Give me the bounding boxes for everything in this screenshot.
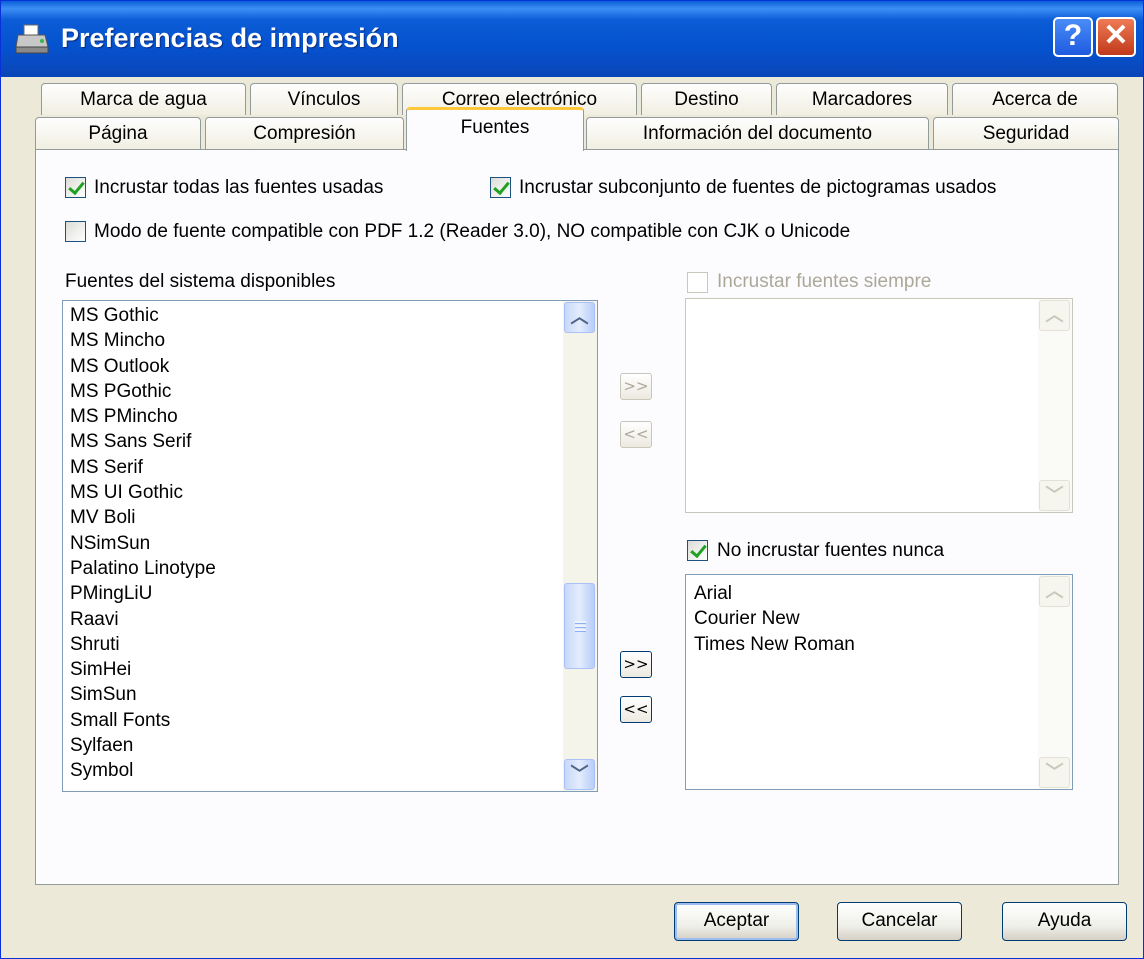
pdf12-mode-checkbox[interactable] xyxy=(65,221,86,242)
system-fonts-label: Fuentes del sistema disponibles xyxy=(65,271,336,292)
remove-never-embed-button[interactable]: << xyxy=(620,696,652,723)
tab-compresion[interactable]: Compresión xyxy=(205,117,404,149)
add-always-embed-button[interactable]: >> xyxy=(620,373,652,400)
list-item[interactable]: PMingLiU xyxy=(63,581,597,606)
scroll-down-icon: ﹀ xyxy=(1039,480,1070,511)
always-embed-list[interactable]: ︿ ﹀ xyxy=(685,298,1073,513)
help-button[interactable]: Ayuda xyxy=(1002,902,1127,941)
list-item[interactable]: Raavi xyxy=(63,607,597,632)
list-item[interactable]: MS Outlook xyxy=(63,354,597,379)
list-item[interactable]: SimSun xyxy=(63,682,597,707)
scroll-down-icon: ﹀ xyxy=(1039,757,1070,788)
embed-all-checkbox[interactable] xyxy=(65,177,86,198)
list-item[interactable]: MS Serif xyxy=(63,455,597,480)
list-item[interactable]: Sylfaen xyxy=(63,733,597,758)
never-embed-list[interactable]: Arial Courier New Times New Roman ︿ ﹀ xyxy=(685,574,1073,790)
list-item[interactable]: MS Mincho xyxy=(63,328,597,353)
scroll-up-icon: ︿ xyxy=(1039,576,1070,607)
list-item[interactable]: NSimSun xyxy=(63,531,597,556)
scroll-thumb[interactable] xyxy=(564,583,595,669)
list-item[interactable]: Arial xyxy=(686,581,1072,606)
add-never-embed-button[interactable]: >> xyxy=(620,651,652,678)
list-item[interactable]: Courier New xyxy=(686,606,1072,631)
never-embed-checkbox[interactable] xyxy=(687,540,708,561)
list-item[interactable]: MS UI Gothic xyxy=(63,480,597,505)
print-preferences-window: Preferencias de impresión ? ✕ Marca de a… xyxy=(0,0,1144,959)
tab-destino[interactable]: Destino xyxy=(641,83,772,115)
list-item[interactable]: MS PMincho xyxy=(63,404,597,429)
tab-pagina[interactable]: Página xyxy=(35,117,201,149)
list-item[interactable]: MV Boli xyxy=(63,505,597,530)
system-fonts-scrollbar[interactable]: ︿ ﹀ xyxy=(563,301,597,791)
remove-always-embed-button[interactable]: << xyxy=(620,421,652,448)
printer-icon xyxy=(15,24,49,54)
tab-fuentes[interactable]: Fuentes xyxy=(406,107,584,151)
list-item[interactable]: MS Sans Serif xyxy=(63,429,597,454)
tab-acerca-de[interactable]: Acerca de xyxy=(952,83,1118,115)
list-item[interactable]: MS PGothic xyxy=(63,379,597,404)
tab-seguridad[interactable]: Seguridad xyxy=(933,117,1119,149)
never-embed-scrollbar: ︿ ﹀ xyxy=(1038,575,1072,789)
pdf12-mode-label: Modo de fuente compatible con PDF 1.2 (R… xyxy=(94,221,851,242)
always-embed-label: Incrustar fuentes siempre xyxy=(717,271,932,292)
scroll-down-icon[interactable]: ﹀ xyxy=(564,759,595,790)
title-bar[interactable]: Preferencias de impresión ? ✕ xyxy=(1,1,1143,77)
list-item[interactable]: Times New Roman xyxy=(686,632,1072,657)
embed-subset-checkbox[interactable] xyxy=(490,177,511,198)
tab-informacion-del-documento[interactable]: Información del documento xyxy=(586,117,929,149)
always-embed-scrollbar: ︿ ﹀ xyxy=(1038,299,1072,512)
list-item[interactable]: Shruti xyxy=(63,632,597,657)
tab-marca-de-agua[interactable]: Marca de agua xyxy=(41,83,246,115)
scroll-up-icon[interactable]: ︿ xyxy=(564,302,595,333)
close-title-button[interactable]: ✕ xyxy=(1096,17,1136,57)
always-embed-checkbox[interactable] xyxy=(687,272,708,293)
window-title: Preferencias de impresión xyxy=(61,23,399,53)
tab-vinculos[interactable]: Vínculos xyxy=(250,83,398,115)
list-item[interactable]: MS Gothic xyxy=(63,303,597,328)
never-embed-label: No incrustar fuentes nunca xyxy=(717,540,945,561)
embed-all-label: Incrustar todas las fuentes usadas xyxy=(94,177,384,198)
tab-marcadores[interactable]: Marcadores xyxy=(776,83,948,115)
scroll-up-icon: ︿ xyxy=(1039,300,1070,331)
system-fonts-list[interactable]: MS Gothic MS Mincho MS Outlook MS PGothi… xyxy=(62,300,598,792)
cancel-button[interactable]: Cancelar xyxy=(837,902,962,941)
list-item[interactable]: SimHei xyxy=(63,657,597,682)
embed-subset-label: Incrustar subconjunto de fuentes de pict… xyxy=(519,177,997,198)
list-item[interactable]: Palatino Linotype xyxy=(63,556,597,581)
list-item[interactable]: Small Fonts xyxy=(63,708,597,733)
ok-button[interactable]: Aceptar xyxy=(674,902,799,941)
help-title-button[interactable]: ? xyxy=(1053,17,1093,57)
list-item[interactable]: Symbol xyxy=(63,758,597,783)
